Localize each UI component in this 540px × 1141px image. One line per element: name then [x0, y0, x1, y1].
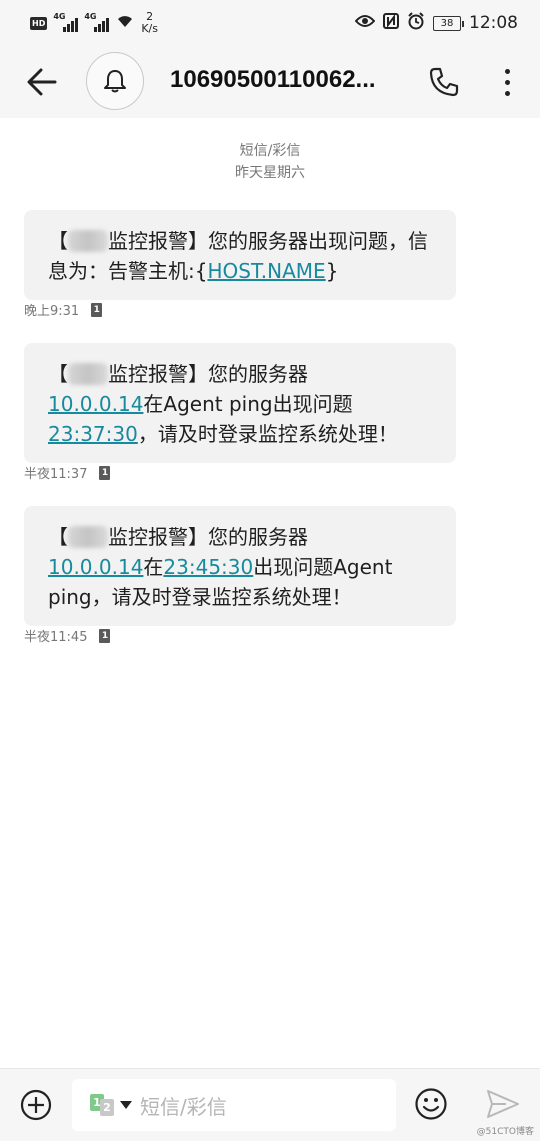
sim-card-icon: 1: [91, 302, 103, 317]
signal-icon-2: 4G: [84, 12, 110, 32]
add-attachment-button[interactable]: [20, 1089, 52, 1121]
timestamp: 半夜11:37: [24, 467, 88, 482]
sim-card-icon: 1: [99, 628, 111, 643]
send-button[interactable]: [486, 1089, 522, 1121]
eye-icon: [354, 14, 376, 32]
contact-title[interactable]: 10690500110062...: [170, 66, 410, 94]
conversation-header: 10690500110062...: [0, 46, 540, 118]
send-icon: [487, 1090, 519, 1118]
caret-down-icon: [120, 1101, 132, 1109]
date-label: 昨天星期六: [235, 165, 305, 181]
message-bubble-1[interactable]: 【监控报警】您的服务器出现问题，信息为：告警主机:{HOST.NAME}: [24, 210, 456, 300]
emoji-button[interactable]: [414, 1087, 450, 1123]
message-type-label: 短信/彩信: [239, 143, 301, 159]
add-circle-icon: [20, 1089, 52, 1121]
sim-card-icon: 1 2: [90, 1094, 116, 1116]
network-type-2: 4G: [84, 12, 97, 21]
message-link[interactable]: 23:37:30: [48, 422, 138, 446]
status-left: HD 4G 4G 2 K/s: [30, 11, 158, 35]
message-link[interactable]: 23:45:30: [163, 555, 253, 579]
redacted-text: [68, 526, 108, 548]
composer-bar: 1 2 短信/彩信 @51CTO博客: [0, 1068, 540, 1141]
signal-icon: 4G: [53, 12, 79, 32]
more-options-button[interactable]: [490, 62, 524, 102]
emoji-icon: [415, 1088, 447, 1120]
phone-icon: [429, 67, 459, 97]
message-link[interactable]: 10.0.0.14: [48, 392, 143, 416]
message-text: 【: [48, 362, 68, 386]
message-text: 监控报警】您的服务器: [108, 525, 308, 549]
wifi-icon: [115, 13, 135, 33]
message-text: 在Agent ping出现问题: [143, 392, 353, 416]
notification-button[interactable]: [86, 52, 144, 110]
back-arrow-icon: [27, 68, 57, 96]
message-input[interactable]: 1 2 短信/彩信: [72, 1079, 396, 1131]
message-link[interactable]: HOST.NAME: [207, 259, 325, 283]
status-bar: HD 4G 4G 2 K/s 38 12:08: [0, 0, 540, 46]
message-bubble-3[interactable]: 【监控报警】您的服务器 10.0.0.14在23:45:30出现问题Agent p…: [24, 506, 456, 626]
redacted-text: [68, 230, 108, 252]
speed-unit: K/s: [141, 22, 158, 35]
more-vertical-icon: [504, 68, 510, 74]
sim-selector[interactable]: 1 2: [90, 1094, 132, 1116]
message-text: 【: [48, 525, 68, 549]
timestamp: 半夜11:45: [24, 630, 88, 645]
message-bubble-2[interactable]: 【 监控报警】您的服务器 10.0.0.14在Agent ping出现问题 23:37…: [24, 343, 456, 463]
hd-badge: HD: [30, 16, 48, 30]
redacted-text: [68, 363, 108, 385]
clock: 12:08: [469, 13, 518, 33]
message-link[interactable]: 10.0.0.14: [48, 555, 143, 579]
back-button[interactable]: [22, 62, 62, 102]
message-text: 【: [48, 229, 68, 253]
network-speed: 2 K/s: [141, 11, 158, 35]
message-text: }: [325, 259, 339, 283]
message-list[interactable]: 短信/彩信 昨天星期六: [0, 118, 540, 184]
watermark: @51CTO博客: [476, 1127, 534, 1137]
message-time-3: 半夜11:45 1: [24, 626, 111, 645]
conversation-meta: 短信/彩信 昨天星期六: [0, 140, 540, 184]
message-text: 监控报警】您的服务器: [108, 362, 308, 386]
sim-2-label: 2: [100, 1099, 114, 1116]
battery-icon: 38: [433, 15, 464, 31]
network-type-1: 4G: [53, 12, 66, 21]
sim-card-icon: 1: [99, 465, 111, 480]
timestamp: 晚上9:31: [24, 304, 80, 319]
call-button[interactable]: [424, 62, 464, 102]
message-text: 在: [143, 555, 164, 579]
status-right: 38 12:08: [354, 12, 518, 34]
message-time-1: 晚上9:31 1: [24, 300, 103, 319]
bell-icon: [104, 70, 126, 93]
message-text: ，请及时登录监控系统处理！: [137, 422, 398, 446]
message-time-2: 半夜11:37 1: [24, 463, 111, 482]
input-placeholder: 短信/彩信: [140, 1094, 227, 1119]
nfc-icon: [383, 13, 399, 33]
alarm-icon: [407, 12, 425, 34]
